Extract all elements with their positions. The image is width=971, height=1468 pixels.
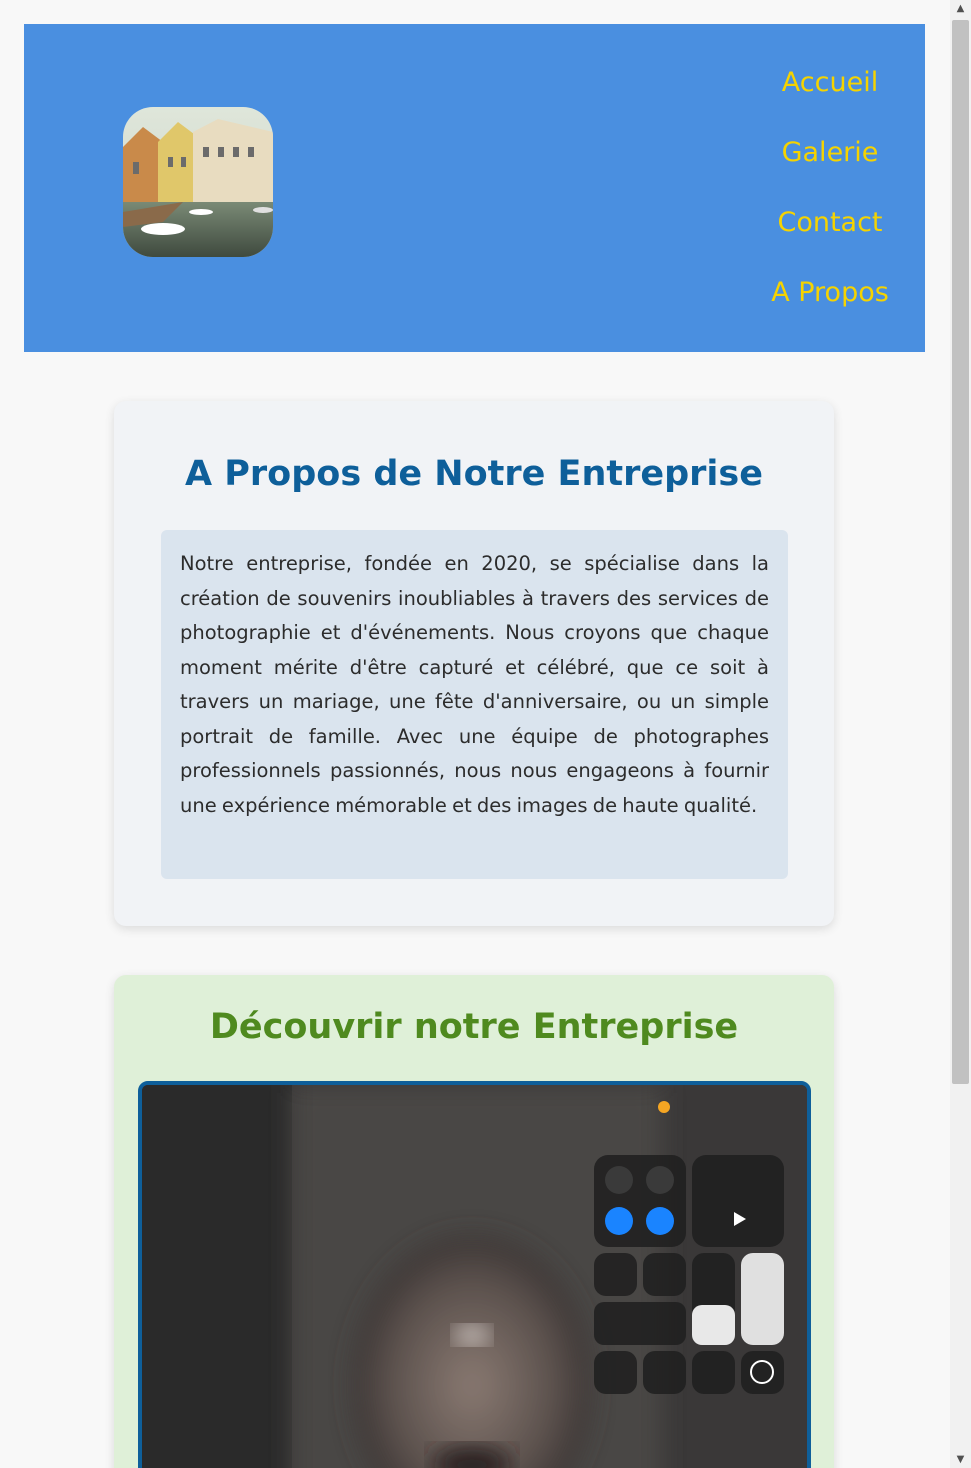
vertical-scrollbar[interactable]: ▲ ▼ bbox=[950, 0, 971, 1468]
scrollbar-thumb[interactable] bbox=[952, 20, 969, 1084]
nav-galerie[interactable]: Galerie bbox=[735, 136, 925, 170]
scroll-down-arrow-icon[interactable]: ▼ bbox=[950, 1451, 971, 1468]
about-card: A Propos de Notre Entreprise Notre entre… bbox=[114, 401, 834, 926]
nav-contact[interactable]: Contact bbox=[735, 206, 925, 240]
logo-image[interactable] bbox=[123, 107, 273, 257]
discover-title: Découvrir notre Entreprise bbox=[209, 1007, 739, 1047]
about-text: Notre entreprise, fondée en 2020, se spé… bbox=[180, 552, 769, 817]
about-text-box: Notre entreprise, fondée en 2020, se spé… bbox=[161, 530, 788, 879]
video-frame bbox=[142, 1085, 807, 1468]
page: Accueil Galerie Contact A Propos A Propo… bbox=[0, 0, 950, 1468]
nav-a-propos[interactable]: A Propos bbox=[735, 276, 925, 310]
main-nav: Accueil Galerie Contact A Propos bbox=[735, 24, 925, 352]
discover-card: Découvrir notre Entreprise bbox=[114, 975, 834, 1468]
nav-accueil[interactable]: Accueil bbox=[735, 66, 925, 100]
canal-picture bbox=[123, 107, 273, 257]
about-title: A Propos de Notre Entreprise bbox=[184, 454, 763, 494]
company-video[interactable] bbox=[138, 1081, 811, 1468]
site-header: Accueil Galerie Contact A Propos bbox=[24, 24, 925, 352]
scroll-up-arrow-icon[interactable]: ▲ bbox=[950, 0, 971, 17]
